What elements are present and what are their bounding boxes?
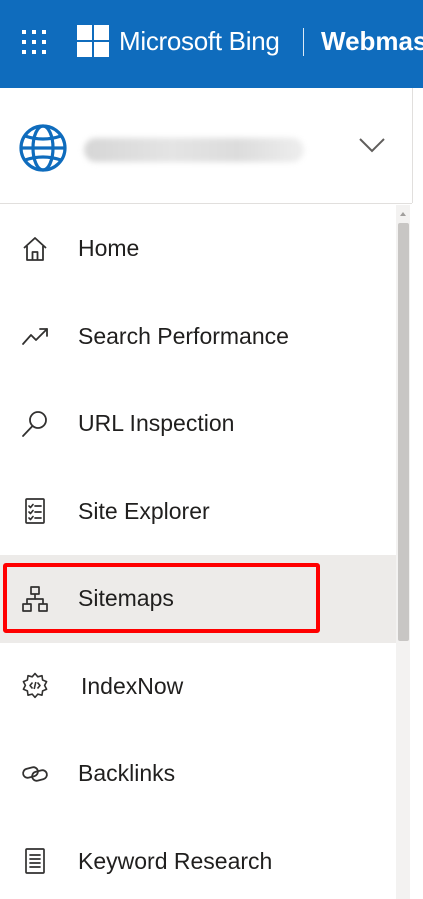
product-name[interactable]: Webmaster Tools	[321, 24, 423, 58]
header-divider	[412, 88, 413, 203]
magnifier-icon	[18, 407, 52, 441]
sidebar-item-label: Sitemaps	[78, 585, 174, 612]
sidebar-item-search-performance[interactable]: Search Performance	[0, 293, 396, 381]
chevron-down-icon[interactable]	[358, 136, 386, 154]
site-selector[interactable]	[0, 88, 412, 204]
microsoft-logo-icon	[77, 25, 109, 57]
globe-icon	[19, 124, 67, 172]
sidebar-item-label: Search Performance	[78, 322, 289, 349]
sidebar-nav: Home Search Performance URL Inspection S…	[0, 205, 396, 899]
sidebar-item-site-explorer[interactable]: Site Explorer	[0, 468, 396, 556]
scrollbar-thumb[interactable]	[398, 223, 409, 641]
document-list-icon	[18, 844, 52, 878]
scroll-up-arrow-icon[interactable]	[396, 209, 410, 219]
sidebar-item-label: Home	[78, 235, 140, 262]
sidebar-item-url-inspection[interactable]: URL Inspection	[0, 380, 396, 468]
trend-up-icon	[18, 319, 52, 353]
sidebar-item-backlinks[interactable]: Backlinks	[0, 730, 396, 818]
link-icon	[18, 757, 52, 791]
sidebar-item-label: URL Inspection	[78, 410, 235, 437]
sitemap-icon	[18, 582, 52, 616]
sidebar-item-label: IndexNow	[81, 672, 184, 699]
sidebar-scrollbar[interactable]	[396, 205, 410, 899]
site-url-redacted	[84, 138, 304, 162]
brand-name[interactable]: Microsoft Bing	[119, 24, 280, 58]
checklist-icon	[18, 494, 52, 528]
sidebar-item-label: Site Explorer	[78, 497, 210, 524]
sidebar-item-home[interactable]: Home	[0, 205, 396, 293]
sidebar-item-indexnow[interactable]: IndexNow	[0, 643, 396, 731]
top-bar: Microsoft Bing Webmaster Tools	[0, 0, 423, 88]
sidebar-item-label: Backlinks	[78, 760, 176, 787]
home-icon	[18, 232, 52, 266]
gear-code-icon	[18, 669, 52, 703]
sidebar-item-sitemaps[interactable]: Sitemaps	[0, 555, 396, 643]
sidebar-item-keyword-research[interactable]: Keyword Research	[0, 818, 396, 899]
sidebar-item-label: Keyword Research	[78, 847, 273, 874]
brand-divider	[303, 28, 304, 56]
app-launcher-icon[interactable]	[20, 28, 48, 56]
